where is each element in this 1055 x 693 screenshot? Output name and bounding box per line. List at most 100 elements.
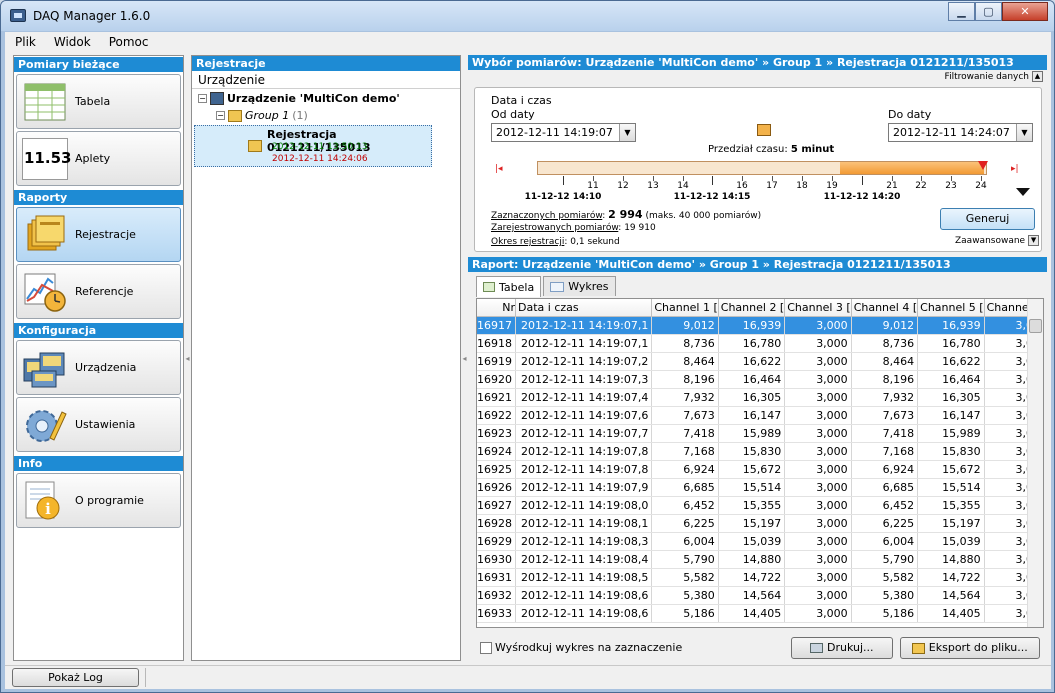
timeline-right-arrow-icon[interactable]: ▸| — [1011, 164, 1025, 174]
tab-wykres[interactable]: Wykres — [543, 276, 616, 296]
scrollbar-thumb[interactable] — [1029, 319, 1042, 333]
timeline-tick-label: 19 — [826, 181, 838, 191]
table-cell: 3,000 — [784, 316, 852, 335]
period-value: 0,1 sekund — [570, 237, 620, 247]
advanced-toggle[interactable]: Zaawansowane ▼ — [955, 235, 1040, 246]
table-row[interactable]: 16930 2012-12-11 14:19:08,4 5,790 14,880 3,0… — [477, 550, 1043, 569]
table-cell: 16927 — [477, 496, 516, 515]
table-cell: 2012-12-11 14:19:07,9 — [515, 478, 653, 497]
grid-scrollbar[interactable] — [1027, 299, 1043, 627]
nav-ustawienia-button[interactable]: Ustawienia — [16, 397, 181, 452]
timeline-end-marker[interactable] — [977, 161, 988, 170]
minimize-button[interactable]: ▁ — [948, 2, 975, 21]
table-row[interactable]: 16926 2012-12-11 14:19:07,9 6,685 15,514 3,0… — [477, 478, 1043, 497]
table-row[interactable]: 16932 2012-12-11 14:19:08,6 5,380 14,564 3,0… — [477, 586, 1043, 605]
table-row[interactable]: 16931 2012-12-11 14:19:08,5 5,582 14,722 3,0… — [477, 568, 1043, 587]
timeline-major-label: 11-12-12 14:15 — [673, 192, 751, 202]
nav-aplety-button[interactable]: 11.53 Aplety — [16, 131, 181, 186]
column-header[interactable]: Channel 1 [ — [651, 299, 719, 317]
table-row[interactable]: 16924 2012-12-11 14:19:07,8 7,168 15,830 3,0… — [477, 442, 1043, 461]
table-row[interactable]: 16929 2012-12-11 14:19:08,3 6,004 15,039 3,0… — [477, 532, 1043, 551]
checkbox-box[interactable] — [480, 641, 492, 654]
left-splitter[interactable]: ◂ — [184, 55, 191, 661]
filter-toggle[interactable]: Filtrowanie danych ▲ — [945, 71, 1043, 82]
period-label[interactable]: Okres rejestracji — [491, 237, 564, 247]
table-row[interactable]: 16918 2012-12-11 14:19:07,1 8,736 16,780 3,0… — [477, 334, 1043, 353]
export-button[interactable]: Eksport do pliku... — [900, 637, 1040, 659]
table-cell: 16,305 — [718, 388, 786, 407]
group-node[interactable]: Group 1 — [245, 109, 289, 122]
table-row[interactable]: 16925 2012-12-11 14:19:07,8 6,924 15,672 3,0… — [477, 460, 1043, 479]
table-cell: 14,405 — [718, 604, 786, 623]
nav-oprogramie-button[interactable]: i O programie — [16, 473, 181, 528]
folders-icon — [27, 215, 65, 251]
column-header[interactable]: Nr — [477, 299, 516, 317]
timeline-selection[interactable] — [839, 162, 984, 174]
column-header[interactable]: Channel 2 [ — [718, 299, 786, 317]
nav-urzadzenia-button[interactable]: Urządzenia — [16, 340, 181, 395]
table-cell: 2012-12-11 14:19:08,6 — [515, 586, 653, 605]
table-cell: 8,196 — [651, 370, 719, 389]
group-collapse-icon[interactable]: − — [216, 111, 225, 120]
print-button[interactable]: Drukuj... — [791, 637, 893, 659]
table-row[interactable]: 16923 2012-12-11 14:19:07,7 7,418 15,989 3,0… — [477, 424, 1043, 443]
registration-start: 2012-12-11 13:50:13 — [272, 142, 368, 152]
table-cell: 16919 — [477, 352, 516, 371]
nav-rejestracje-button[interactable]: Rejestracje — [16, 207, 181, 262]
table-row[interactable]: 16933 2012-12-11 14:19:08,6 5,186 14,405 3,0… — [477, 604, 1043, 623]
timeline-tick-label: 12 — [617, 181, 629, 191]
column-header[interactable]: Channel 3 [ — [784, 299, 852, 317]
table-row[interactable]: 16921 2012-12-11 14:19:07,4 7,932 16,305 3,0… — [477, 388, 1043, 407]
collapse-up-icon[interactable]: ▲ — [1032, 71, 1043, 82]
timeline-tick-label: 24 — [975, 181, 987, 191]
table-row[interactable]: 16927 2012-12-11 14:19:08,0 6,452 15,355 3,0… — [477, 496, 1043, 515]
column-header[interactable]: Data i czas — [515, 299, 653, 317]
column-header[interactable]: Channel 5 [ — [917, 299, 985, 317]
marked-label[interactable]: Zaznaczonych pomiarów — [491, 211, 602, 221]
center-chart-checkbox[interactable]: Wyśrodkuj wykres na zaznaczenie — [480, 641, 682, 654]
nav-tabela-label: Tabela — [75, 95, 111, 108]
registration-node[interactable]: Rejestracja 0121211/135013 2012-12-11 13… — [194, 125, 432, 167]
tree-collapse-icon[interactable]: − — [198, 94, 207, 103]
close-button[interactable]: ✕ — [1002, 2, 1048, 21]
table-cell: 5,186 — [651, 604, 719, 623]
maximize-button[interactable]: ▢ — [975, 2, 1002, 21]
show-log-button[interactable]: Pokaż Log — [12, 668, 139, 687]
timeline-expand-icon[interactable] — [1016, 188, 1030, 196]
to-date-dropdown[interactable]: 2012-12-11 14:24:07 ▼ — [888, 123, 1033, 142]
section-config: Konfiguracja — [14, 323, 183, 338]
table-cell: 2012-12-11 14:19:07,8 — [515, 442, 653, 461]
registered-label[interactable]: Zarejestrowanych pomiarów — [491, 223, 618, 233]
table-cell: 14,722 — [718, 568, 786, 587]
interval-icon[interactable] — [757, 124, 771, 136]
device-column-header[interactable]: Urządzenie — [192, 71, 460, 89]
table-row[interactable]: 16917 2012-12-11 14:19:07,1 9,012 16,939 3,0… — [477, 316, 1043, 335]
timeline-track[interactable] — [537, 161, 988, 175]
column-header[interactable]: Channel 4 [ — [851, 299, 919, 317]
selection-header: Wybór pomiarów: Urządzenie 'MultiCon dem… — [468, 55, 1047, 70]
timeline-tick-label: 13 — [647, 181, 659, 191]
table-row[interactable]: 16922 2012-12-11 14:19:07,6 7,673 16,147 3,0… — [477, 406, 1043, 425]
table-cell: 5,582 — [851, 568, 919, 587]
table-row[interactable]: 16919 2012-12-11 14:19:07,2 8,464 16,622 3,0… — [477, 352, 1043, 371]
table-cell: 5,380 — [851, 586, 919, 605]
menu-widok[interactable]: Widok — [54, 35, 91, 49]
menu-plik[interactable]: Plik — [15, 35, 36, 49]
device-node[interactable]: Urządzenie 'MultiCon demo' — [227, 92, 400, 105]
nav-tabela-button[interactable]: Tabela — [16, 74, 181, 129]
table-cell: 15,039 — [917, 532, 985, 551]
generate-button[interactable]: Generuj — [940, 208, 1035, 230]
table-cell: 5,186 — [851, 604, 919, 623]
table-row[interactable]: 16928 2012-12-11 14:19:08,1 6,225 15,197 3,0… — [477, 514, 1043, 533]
from-date-dropdown[interactable]: 2012-12-11 14:19:07 ▼ — [491, 123, 636, 142]
timeline-left-arrow-icon[interactable]: |◂ — [495, 164, 509, 174]
center-chart-label: Wyśrodkuj wykres na zaznaczenie — [495, 641, 683, 654]
nav-referencje-button[interactable]: Referencje — [16, 264, 181, 319]
device-icon — [210, 92, 224, 105]
table-row[interactable]: 16920 2012-12-11 14:19:07,3 8,196 16,464 3,0… — [477, 370, 1043, 389]
table-cell: 16,147 — [718, 406, 786, 425]
table-cell: 16,622 — [917, 352, 985, 371]
tab-tabela[interactable]: Tabela — [476, 276, 542, 297]
menu-pomoc[interactable]: Pomoc — [109, 35, 149, 49]
right-splitter[interactable]: ◂ — [461, 55, 468, 661]
